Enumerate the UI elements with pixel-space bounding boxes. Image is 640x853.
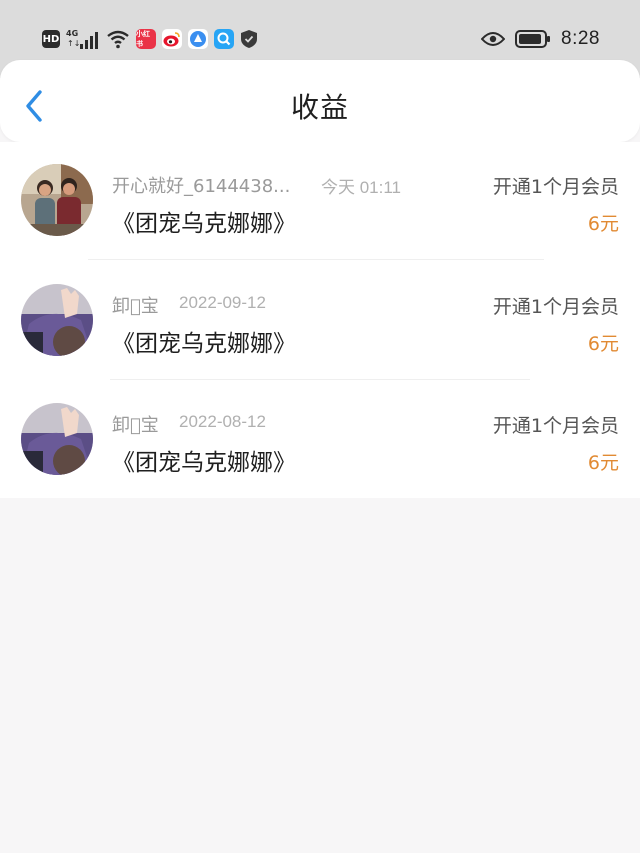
xiaohongshu-app-icon: 小红书 <box>136 29 156 49</box>
network-type-label: 4G <box>66 29 79 38</box>
hd-icon: HD <box>42 30 60 48</box>
list-item[interactable]: 开心就好_6144438... 今天 01:11 《团宠乌克娜娜》 开通1个月会… <box>0 142 640 260</box>
weibo-app-icon <box>162 29 182 49</box>
avatar <box>21 284 93 356</box>
book-title: 《团宠乌克娜娜》 <box>112 331 296 357</box>
timestamp: 2022-09-12 <box>179 293 266 312</box>
earning-amount: 6元 <box>587 333 619 355</box>
divider <box>88 259 544 260</box>
book-title: 《团宠乌克娜娜》 <box>112 450 296 476</box>
search-app-icon <box>214 29 234 49</box>
earnings-list: 开心就好_6144438... 今天 01:11 《团宠乌克娜娜》 开通1个月会… <box>0 142 640 498</box>
timestamp: 2022-08-12 <box>179 412 266 431</box>
eye-icon <box>481 32 506 46</box>
book-title: 《团宠乌克娜娜》 <box>112 211 296 237</box>
earning-amount: 6元 <box>587 213 619 235</box>
status-icons-left: HD 4G ↑↓ 小红书 <box>42 27 258 51</box>
list-item[interactable]: 卸 宝 2022-09-12 《团宠乌克娜娜》 开通1个月会员 6元 <box>0 262 640 380</box>
user-name: 卸 宝 <box>112 415 159 436</box>
browser-app-icon <box>188 29 208 49</box>
signal-icon: 4G ↑↓ <box>66 29 100 49</box>
shield-icon <box>241 30 257 48</box>
wifi-icon <box>107 30 129 49</box>
status-icons-right: 8:28 <box>481 26 600 52</box>
earning-description: 开通1个月会员 <box>492 296 619 318</box>
user-name: 开心就好_6144438... <box>112 176 291 197</box>
earning-description: 开通1个月会员 <box>492 415 619 437</box>
divider <box>110 379 530 380</box>
list-item[interactable]: 卸 宝 2022-08-12 《团宠乌克娜娜》 开通1个月会员 6元 <box>0 381 640 499</box>
timestamp: 今天 01:11 <box>321 178 402 197</box>
avatar <box>21 164 93 236</box>
nav-header: 收益 <box>0 60 640 142</box>
page-title: 收益 <box>290 91 349 124</box>
earning-amount: 6元 <box>587 452 619 474</box>
avatar <box>21 403 93 475</box>
battery-icon <box>515 30 551 48</box>
earning-description: 开通1个月会员 <box>492 176 619 198</box>
clock-time: 8:28 <box>561 28 600 49</box>
user-name: 卸 宝 <box>112 296 159 317</box>
